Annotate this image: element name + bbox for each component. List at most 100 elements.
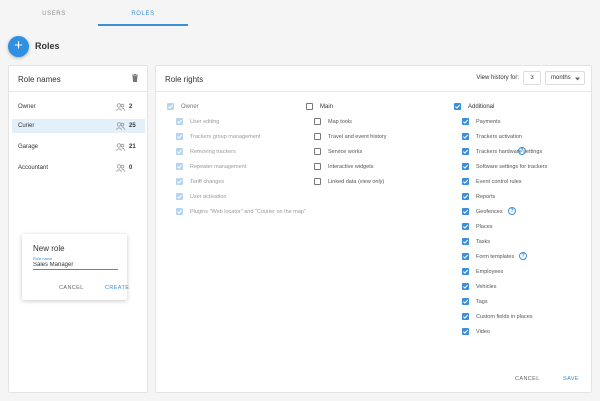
- role-row-curier[interactable]: Curier 25: [12, 119, 145, 133]
- permission-places[interactable]: Places: [462, 222, 592, 232]
- role-name-input[interactable]: [33, 261, 118, 270]
- checkbox[interactable]: [462, 283, 469, 290]
- permission-travel-and-event-history[interactable]: Travel and event history: [314, 132, 444, 142]
- permission-trackers-hardware-settings[interactable]: Trackers hardware settings: [462, 147, 592, 157]
- checkbox[interactable]: [314, 118, 321, 125]
- permission-geofences[interactable]: Geofences: [462, 207, 592, 217]
- permission-vehicles[interactable]: Vehicles: [462, 282, 592, 292]
- checkbox[interactable]: [176, 178, 183, 185]
- checkbox[interactable]: [176, 193, 183, 200]
- new-role-cancel-button[interactable]: CANCEL: [59, 285, 84, 291]
- permission-user-editing[interactable]: User editing: [176, 117, 306, 127]
- check-icon: [463, 164, 469, 169]
- permission-video[interactable]: Video: [462, 327, 592, 337]
- checkbox[interactable]: [462, 313, 469, 320]
- add-role-button[interactable]: +: [8, 36, 29, 57]
- checkbox[interactable]: [462, 178, 469, 185]
- checkbox[interactable]: [176, 118, 183, 125]
- permission-label: Trackers hardware settings: [476, 149, 543, 155]
- checkbox[interactable]: [462, 133, 469, 140]
- check-icon: [463, 149, 469, 154]
- help-icon[interactable]: ?: [508, 207, 516, 215]
- top-tabs: USERS ROLES: [0, 0, 600, 27]
- checkbox[interactable]: [462, 193, 469, 200]
- permission-label: Video: [476, 329, 490, 335]
- checkbox[interactable]: [462, 163, 469, 170]
- permission-label: Linked data (view only): [328, 179, 385, 185]
- people-icon: [116, 143, 125, 151]
- checkbox[interactable]: [176, 208, 183, 215]
- trash-icon[interactable]: [132, 74, 138, 82]
- role-rights-panel: Role rights View history for: months Own…: [155, 65, 592, 393]
- permission-label: Payments: [476, 119, 501, 125]
- permission-trackers-group-management[interactable]: Trackers group management: [176, 132, 306, 142]
- permission-label: Interactive widgets: [328, 164, 374, 170]
- permission-employees[interactable]: Employees: [462, 267, 592, 277]
- checkbox[interactable]: [306, 103, 313, 110]
- permission-tasks[interactable]: Tasks: [462, 237, 592, 247]
- permission-form-templates[interactable]: Form templates: [462, 252, 592, 262]
- permission-tags[interactable]: Tags: [462, 297, 592, 307]
- permission-map-tools[interactable]: Map tools: [314, 117, 444, 127]
- checkbox[interactable]: [462, 208, 469, 215]
- checkbox[interactable]: [462, 328, 469, 335]
- rights-cancel-button[interactable]: CANCEL: [515, 376, 540, 382]
- tab-users[interactable]: USERS: [40, 11, 68, 17]
- permission-reports[interactable]: Reports: [462, 192, 592, 202]
- permission-trackers-activation[interactable]: Trackers activation: [462, 132, 592, 142]
- tab-roles[interactable]: ROLES: [130, 11, 156, 17]
- permission-custom-fields-in-places[interactable]: Custom fields in places: [462, 312, 592, 322]
- permission-removing-trackers[interactable]: Removing trackers: [176, 147, 306, 157]
- checkbox[interactable]: [454, 103, 461, 110]
- checkbox[interactable]: [462, 223, 469, 230]
- permission-user-activation[interactable]: User activation: [176, 192, 306, 202]
- permission-interactive-widgets[interactable]: Interactive widgets: [314, 162, 444, 172]
- checkbox[interactable]: [462, 253, 469, 260]
- checkbox[interactable]: [314, 148, 321, 155]
- rights-save-button[interactable]: SAVE: [563, 376, 579, 382]
- permission-label: Custom fields in places: [476, 314, 533, 320]
- checkbox[interactable]: [176, 163, 183, 170]
- checkbox[interactable]: [462, 238, 469, 245]
- check-icon: [177, 164, 183, 169]
- permission-repeater-management[interactable]: Repeater management: [176, 162, 306, 172]
- permission-label: Tasks: [476, 239, 491, 245]
- role-row-accountant[interactable]: Accountant 0: [12, 161, 145, 175]
- permission-payments[interactable]: Payments: [462, 117, 592, 127]
- permission-service-works[interactable]: Service works: [314, 147, 444, 157]
- help-icon[interactable]: ?: [518, 147, 526, 155]
- permission-label: Reports: [476, 194, 496, 200]
- group-owner[interactable]: Owner: [167, 102, 247, 112]
- check-icon: [177, 179, 183, 184]
- permission-software-settings-for-trackers[interactable]: Software settings for trackers: [462, 162, 592, 172]
- permission-label: Travel and event history: [328, 134, 387, 140]
- checkbox[interactable]: [462, 118, 469, 125]
- checkbox[interactable]: [462, 298, 469, 305]
- permission-linked-data-view-only[interactable]: Linked data (view only): [314, 177, 444, 187]
- checkbox[interactable]: [314, 178, 321, 185]
- checkbox[interactable]: [462, 268, 469, 275]
- check-icon: [177, 194, 183, 199]
- permission-tariff-changes[interactable]: Tariff changes: [176, 177, 306, 187]
- history-unit-select[interactable]: months: [545, 71, 585, 85]
- help-icon[interactable]: ?: [519, 252, 527, 260]
- permission-plugins-web-locator-and-courier-on-the-map[interactable]: Plugins "Web locator" and "Courier on th…: [176, 207, 306, 217]
- checkbox[interactable]: [314, 163, 321, 170]
- checkbox[interactable]: [462, 148, 469, 155]
- role-name: Garage: [18, 144, 39, 150]
- check-icon: [463, 239, 469, 244]
- permission-event-control-rules[interactable]: Event control rules: [462, 177, 592, 187]
- new-role-create-button[interactable]: CREATE: [105, 285, 129, 291]
- role-row-owner[interactable]: Owner 2: [12, 100, 145, 114]
- permission-label: Repeater management: [190, 164, 247, 170]
- checkbox[interactable]: [314, 133, 321, 140]
- history-value-input[interactable]: [523, 71, 541, 85]
- checkbox[interactable]: [167, 103, 174, 110]
- checkbox[interactable]: [176, 133, 183, 140]
- checkbox[interactable]: [176, 148, 183, 155]
- group-main[interactable]: Main: [306, 102, 386, 112]
- permission-label: Geofences: [476, 209, 503, 215]
- role-row-garage[interactable]: Garage 21: [12, 140, 145, 154]
- group-additional[interactable]: Additional: [454, 102, 534, 112]
- check-icon: [177, 209, 183, 214]
